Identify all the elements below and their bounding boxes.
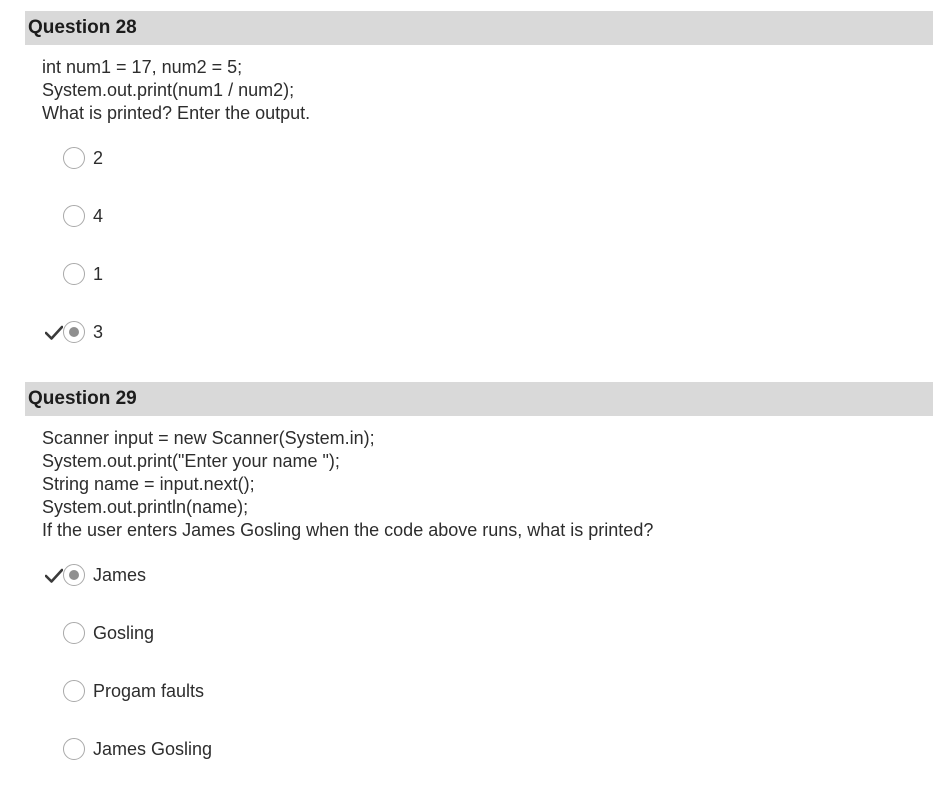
radio-button-selected[interactable] xyxy=(63,321,85,343)
option-label: Progam faults xyxy=(93,681,205,701)
question-29-option-james-gosling[interactable]: James Gosling xyxy=(42,737,442,763)
option-label: 1 xyxy=(93,264,104,284)
question-28-header: Question 28 xyxy=(25,11,933,45)
radio-button[interactable] xyxy=(63,738,85,760)
radio-button[interactable] xyxy=(63,622,85,644)
question-28-option-1[interactable]: 1 xyxy=(42,262,442,288)
question-28-option-2[interactable]: 2 xyxy=(42,146,442,172)
radio-button[interactable] xyxy=(63,147,85,169)
question-29-prompt-line-1: Scanner input = new Scanner(System.in); xyxy=(42,428,375,448)
question-29-header: Question 29 xyxy=(25,382,933,416)
question-title: Question 28 xyxy=(28,17,137,38)
option-label: James Gosling xyxy=(93,739,213,759)
question-28-prompt-line-1: int num1 = 17, num2 = 5; xyxy=(42,57,243,77)
question-29-prompt-line-3: String name = input.next(); xyxy=(42,474,255,494)
question-29-option-progam-faults[interactable]: Progam faults xyxy=(42,679,442,705)
question-28-prompt-line-2: System.out.print(num1 / num2); xyxy=(42,80,295,100)
question-29-prompt-line-5: If the user enters James Gosling when th… xyxy=(42,520,654,540)
question-28-option-4[interactable]: 4 xyxy=(42,204,442,230)
question-title: Question 29 xyxy=(28,388,137,409)
option-label: James xyxy=(93,565,147,585)
checkmark-icon xyxy=(45,568,63,583)
option-label: 3 xyxy=(93,322,104,342)
checkmark-icon xyxy=(45,325,63,340)
question-29-option-gosling[interactable]: Gosling xyxy=(42,621,442,647)
question-28-prompt-line-3: What is printed? Enter the output. xyxy=(42,103,311,123)
option-label: Gosling xyxy=(93,623,155,643)
question-29-option-james[interactable]: James xyxy=(42,563,442,589)
option-label: 4 xyxy=(93,206,104,226)
radio-button[interactable] xyxy=(63,263,85,285)
question-28-option-3[interactable]: 3 xyxy=(42,320,442,346)
question-29-prompt-line-2: System.out.print("Enter your name "); xyxy=(42,451,340,471)
question-29-prompt-line-4: System.out.println(name); xyxy=(42,497,249,517)
radio-button-selected[interactable] xyxy=(63,564,85,586)
radio-button[interactable] xyxy=(63,680,85,702)
option-label: 2 xyxy=(93,148,104,168)
radio-button[interactable] xyxy=(63,205,85,227)
